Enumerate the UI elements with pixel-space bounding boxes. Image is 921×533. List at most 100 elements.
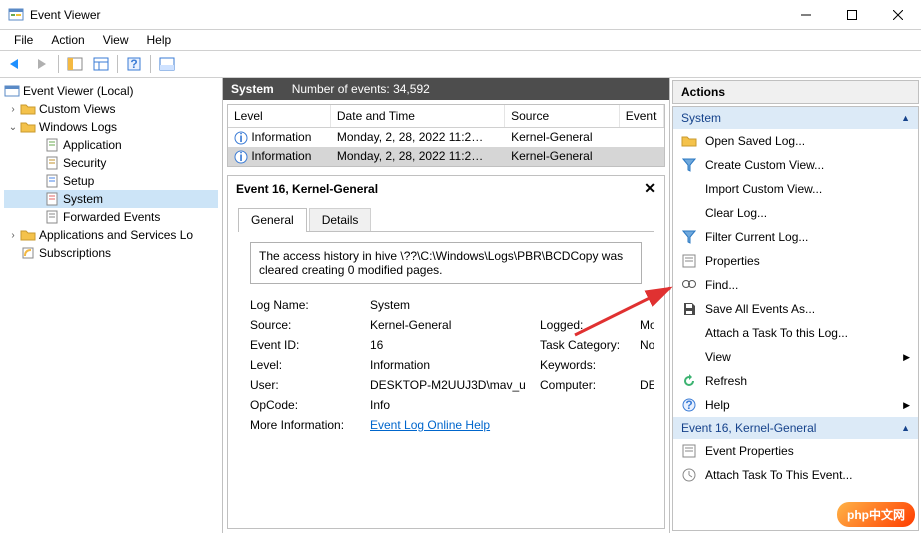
event-count: Number of events: 34,592 <box>292 82 430 96</box>
tree-label: Custom Views <box>39 102 115 116</box>
import-icon <box>681 181 697 197</box>
tree-root-label: Event Viewer (Local) <box>23 84 134 98</box>
help-button[interactable]: ? <box>122 53 146 75</box>
collapse-icon[interactable]: ⌄ <box>6 122 20 133</box>
tree-label: System <box>63 192 103 206</box>
menu-action[interactable]: Action <box>43 31 92 49</box>
tree-label: Forwarded Events <box>63 210 160 224</box>
link-eventlog-help[interactable]: Event Log Online Help <box>370 418 490 432</box>
value-source: Kernel-General <box>370 318 540 332</box>
collapse-icon: ▲ <box>901 113 910 123</box>
close-button[interactable] <box>875 0 921 30</box>
refresh-icon <box>681 373 697 389</box>
toolbar-separator <box>58 55 59 73</box>
titlebar: Event Viewer <box>0 0 921 30</box>
tree-label: Applications and Services Lo <box>39 228 193 242</box>
maximize-button[interactable] <box>829 0 875 30</box>
event-message: The access history in hive \??\C:\Window… <box>250 242 642 284</box>
action-find[interactable]: Find... <box>673 273 918 297</box>
value-level: Information <box>370 358 540 372</box>
date-text: Monday, 2, 28, 2022 11:2… <box>331 147 505 166</box>
tree-log-system[interactable]: System <box>4 190 218 208</box>
col-date[interactable]: Date and Time <box>331 105 505 127</box>
expand-icon[interactable]: › <box>6 104 20 115</box>
label-keywords: Keywords: <box>540 358 640 372</box>
actions-group-system[interactable]: System ▲ <box>673 107 918 129</box>
action-attach-task-event[interactable]: Attach Task To This Event... <box>673 463 918 487</box>
value-computer: DESKT <box>640 378 654 392</box>
tree-apps-services[interactable]: › Applications and Services Lo <box>4 226 218 244</box>
action-refresh[interactable]: Refresh <box>673 369 918 393</box>
log-icon <box>44 173 60 189</box>
svg-text:i: i <box>239 150 242 164</box>
svg-text:?: ? <box>130 57 137 71</box>
tree-log-forwarded[interactable]: Forwarded Events <box>4 208 218 226</box>
forward-button[interactable] <box>30 53 54 75</box>
center-header: System Number of events: 34,592 <box>223 78 669 100</box>
minimize-button[interactable] <box>783 0 829 30</box>
toolbar-separator <box>117 55 118 73</box>
properties-button[interactable] <box>89 53 113 75</box>
level-text: Information <box>251 130 311 144</box>
list-row[interactable]: i Information Monday, 2, 28, 2022 11:2… … <box>228 147 664 166</box>
action-filter-log[interactable]: Filter Current Log... <box>673 225 918 249</box>
menu-help[interactable]: Help <box>139 31 180 49</box>
col-source[interactable]: Source <box>505 105 620 127</box>
label-source: Source: <box>250 318 370 332</box>
action-view[interactable]: View▶ <box>673 345 918 369</box>
preview-pane-button[interactable] <box>155 53 179 75</box>
expand-icon[interactable]: › <box>6 230 20 241</box>
svg-text:i: i <box>239 131 242 145</box>
tree-windows-logs[interactable]: ⌄ Windows Logs <box>4 118 218 136</box>
tree-label: Subscriptions <box>39 246 111 260</box>
action-create-custom-view[interactable]: Create Custom View... <box>673 153 918 177</box>
tree-subscriptions[interactable]: Subscriptions <box>4 244 218 262</box>
action-event-properties[interactable]: Event Properties <box>673 439 918 463</box>
event-properties-grid: Log Name: System Source: Kernel-General … <box>250 298 642 432</box>
label-eventid: Event ID: <box>250 338 370 352</box>
label-computer: Computer: <box>540 378 640 392</box>
folder-icon <box>20 101 36 117</box>
actions-panel: Actions System ▲ Open Saved Log... Creat… <box>670 78 921 533</box>
center-panel: System Number of events: 34,592 Level Da… <box>223 78 670 533</box>
action-open-saved-log[interactable]: Open Saved Log... <box>673 129 918 153</box>
back-button[interactable] <box>4 53 28 75</box>
show-hide-tree-button[interactable] <box>63 53 87 75</box>
source-text: Kernel-General <box>505 147 620 166</box>
tree-log-application[interactable]: Application <box>4 136 218 154</box>
tab-general[interactable]: General <box>238 208 307 231</box>
detail-close-button[interactable]: ✕ <box>644 180 656 197</box>
center-heading: System <box>231 82 274 96</box>
action-import-custom-view[interactable]: Import Custom View... <box>673 177 918 201</box>
log-icon <box>44 209 60 225</box>
list-row[interactable]: i Information Monday, 2, 28, 2022 11:2… … <box>228 128 664 147</box>
tree-log-setup[interactable]: Setup <box>4 172 218 190</box>
menu-file[interactable]: File <box>6 31 41 49</box>
actions-group-event[interactable]: Event 16, Kernel-General ▲ <box>673 417 918 439</box>
actions-title: Actions <box>672 80 919 104</box>
find-icon <box>681 277 697 293</box>
folder-open-icon <box>681 133 697 149</box>
event-list[interactable]: Level Date and Time Source Event i Infor… <box>227 104 665 167</box>
action-attach-task[interactable]: Attach a Task To this Log... <box>673 321 918 345</box>
label-taskcat: Task Category: <box>540 338 640 352</box>
action-clear-log[interactable]: Clear Log... <box>673 201 918 225</box>
tree-custom-views[interactable]: › Custom Views <box>4 100 218 118</box>
toolbar: ? <box>0 50 921 78</box>
properties-icon <box>681 443 697 459</box>
tree-log-security[interactable]: Security <box>4 154 218 172</box>
tree-label: Application <box>63 138 122 152</box>
col-event[interactable]: Event <box>620 105 664 127</box>
info-icon: i <box>234 150 248 164</box>
action-properties[interactable]: Properties <box>673 249 918 273</box>
clear-icon <box>681 205 697 221</box>
label-logged: Logged: <box>540 318 640 332</box>
tree-root[interactable]: Event Viewer (Local) <box>4 82 218 100</box>
menu-view[interactable]: View <box>95 31 137 49</box>
tab-details[interactable]: Details <box>309 208 372 231</box>
tree-label: Windows Logs <box>39 120 117 134</box>
action-save-all-events[interactable]: Save All Events As... <box>673 297 918 321</box>
label-logname: Log Name: <box>250 298 370 312</box>
col-level[interactable]: Level <box>228 105 331 127</box>
action-help[interactable]: ?Help▶ <box>673 393 918 417</box>
